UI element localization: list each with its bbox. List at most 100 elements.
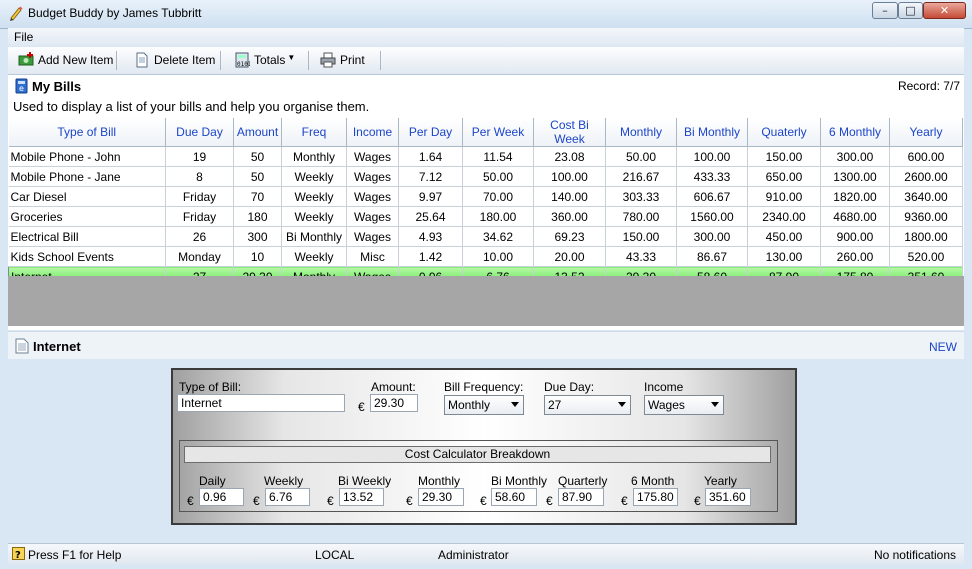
toolbar-separator [308, 51, 309, 70]
bills-description: Used to display a list of your bills and… [13, 99, 370, 114]
mode-indicator: LOCAL [315, 548, 355, 562]
minimize-icon: – [882, 4, 888, 17]
menu-bar: File [8, 28, 964, 46]
column-header[interactable]: Freq [281, 118, 347, 147]
table-cell: 86.67 [676, 246, 748, 267]
table-cell: 20.00 [533, 246, 606, 267]
calc-currency: € [253, 494, 260, 508]
amount-label: Amount: [371, 380, 416, 394]
table-cell: 70.00 [462, 186, 534, 207]
calc-value-field[interactable]: 13.52 [339, 488, 384, 506]
table-cell: 360.00 [533, 206, 606, 227]
table-cell: Wages [346, 166, 399, 187]
table-cell: Wages [346, 146, 399, 167]
table-cell: 4680.00 [820, 206, 890, 227]
table-cell: Electrical Bill [8, 226, 166, 247]
totals-dropdown-button[interactable]: 0101 Totals ▼ [234, 51, 295, 69]
new-link[interactable]: NEW [929, 340, 957, 354]
print-button[interactable]: Print [320, 51, 365, 69]
calc-label: Weekly [264, 474, 304, 488]
chevron-down-icon: ▼ [287, 52, 296, 62]
table-header-row: Type of Bill Due Day Amount Freq Income Per D… [8, 118, 963, 147]
bills-title: My Bills [32, 79, 82, 94]
table-cell: Mobile Phone - Jane [8, 166, 166, 187]
table-row[interactable]: Groceries Friday 180 Weekly Wages 25.64 180.00… [8, 206, 963, 227]
svg-text:e: e [19, 84, 24, 93]
table-cell: 900.00 [820, 226, 890, 247]
column-header[interactable]: Amount [233, 118, 282, 147]
type-of-bill-input[interactable]: Internet [177, 394, 345, 412]
table-cell: 25.64 [398, 206, 463, 227]
amount-input[interactable]: 29.30 [370, 394, 418, 412]
column-header[interactable]: Per Week [462, 118, 534, 147]
due-day-select[interactable]: 27 [544, 395, 631, 415]
maximize-button[interactable]: □ [898, 2, 923, 19]
calc-label: Monthly [418, 474, 461, 488]
delete-item-button[interactable]: Delete Item [134, 51, 215, 69]
column-header[interactable]: Bi Monthly [676, 118, 748, 147]
column-header[interactable]: Yearly [889, 118, 963, 147]
table-cell: Car Diesel [8, 186, 166, 207]
calc-value-field[interactable]: 351.60 [705, 488, 751, 506]
table-row[interactable]: Car Diesel Friday 70 Weekly Wages 9.97 70.00 14… [8, 186, 963, 207]
calc-value-field[interactable]: 58.60 [491, 488, 537, 506]
calculator-icon: 0101 [235, 52, 250, 68]
column-header[interactable]: Monthly [605, 118, 677, 147]
record-counter: Record: 7/7 [897, 79, 960, 93]
table-cell: Kids School Events [8, 246, 166, 267]
table-cell: 50 [233, 146, 282, 167]
table-row[interactable]: Electrical Bill 26 300 Bi Monthly Wages 4.93 3… [8, 226, 963, 247]
table-cell: 606.67 [676, 186, 748, 207]
add-new-item-label: Add New Item [38, 53, 114, 67]
table-cell: 3640.00 [889, 186, 963, 207]
minimize-button[interactable]: – [872, 2, 898, 19]
toolbar-separator [220, 51, 221, 70]
add-new-item-button[interactable]: Add New Item [18, 51, 113, 69]
column-header[interactable]: Quaterly [747, 118, 821, 147]
calc-currency: € [694, 494, 701, 508]
calc-value-field[interactable]: 29.30 [418, 488, 464, 506]
toolbar-separator [380, 51, 381, 70]
table-cell: 19 [165, 146, 234, 167]
bill-frequency-select[interactable]: Monthly [444, 395, 524, 415]
delete-item-label: Delete Item [154, 53, 216, 67]
status-bar: ? Press F1 for Help LOCAL Administrator … [8, 543, 964, 564]
table-cell: 180 [233, 206, 282, 227]
income-select[interactable]: Wages [644, 395, 724, 415]
table-cell: 140.00 [533, 186, 606, 207]
column-header[interactable]: Due Day [165, 118, 234, 147]
column-header[interactable]: 6 Monthly [820, 118, 890, 147]
column-header[interactable]: Cost Bi Week [533, 118, 606, 147]
table-cell: Weekly [281, 186, 347, 207]
menu-file[interactable]: File [14, 30, 33, 44]
table-cell: 520.00 [889, 246, 963, 267]
toolbar: Add New Item Delete Item 0101 Totals ▼ P… [8, 47, 964, 75]
table-cell: 34.62 [462, 226, 534, 247]
due-day-label: Due Day: [544, 380, 595, 394]
table-cell: Monthly [281, 146, 347, 167]
calc-label: Daily [199, 474, 226, 488]
calc-value-field[interactable]: 175.80 [633, 488, 678, 506]
table-row[interactable]: Mobile Phone - Jane 8 50 Weekly Wages 7.12 50.… [8, 166, 963, 187]
table-cell: 1300.00 [820, 166, 890, 187]
table-cell: 100.00 [533, 166, 606, 187]
calc-value-field[interactable]: 0.96 [199, 488, 244, 506]
print-label: Print [340, 53, 365, 67]
close-button[interactable]: ✕ [923, 2, 966, 19]
column-header[interactable]: Per Day [398, 118, 463, 147]
bills-table: Type of Bill Due Day Amount Freq Income Per D… [8, 118, 963, 287]
column-header[interactable]: Type of Bill [8, 118, 166, 147]
amount-currency: € [358, 400, 365, 414]
table-cell: Mobile Phone - John [8, 146, 166, 167]
table-cell: Wages [346, 186, 399, 207]
type-of-bill-label: Type of Bill: [179, 380, 242, 394]
table-cell: 433.33 [676, 166, 748, 187]
column-header[interactable]: Income [346, 118, 399, 147]
table-row[interactable]: Mobile Phone - John 19 50 Monthly Wages 1.64 1… [8, 146, 963, 167]
table-cell: 150.00 [747, 146, 821, 167]
table-cell: 11.54 [462, 146, 534, 167]
calc-value-field[interactable]: 87.90 [558, 488, 604, 506]
calc-value-field[interactable]: 6.76 [265, 488, 310, 506]
table-cell: 9.97 [398, 186, 463, 207]
table-row[interactable]: Kids School Events Monday 10 Weekly Misc 1.42… [8, 246, 963, 267]
